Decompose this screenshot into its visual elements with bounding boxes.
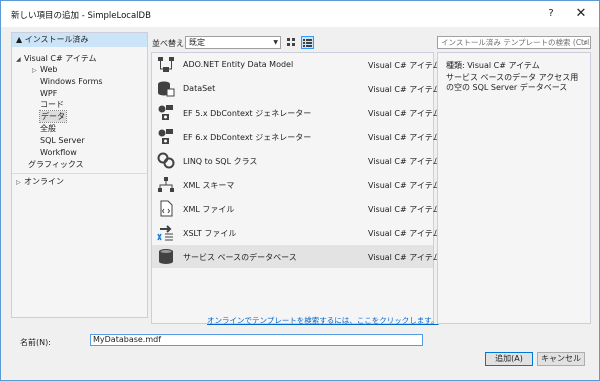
expand-icon[interactable]: ▷ bbox=[16, 177, 24, 188]
add-new-item-dialog: 新しい項目の追加 - SimpleLocalDB ? ✕ ▲ インストール済み … bbox=[0, 0, 600, 381]
search-placeholder: インストール済み テンプレートの検索 (Ctrl+E bbox=[441, 38, 591, 47]
online-section: ▷ オンライン bbox=[12, 173, 147, 187]
expand-icon[interactable]: ▷ bbox=[32, 65, 40, 76]
template-name: サービス ベースのデータベース bbox=[183, 253, 297, 262]
template-name: EF 6.x DbContext ジェネレーター bbox=[183, 133, 312, 142]
close-button[interactable]: ✕ bbox=[571, 5, 591, 23]
tree-item-windows-forms[interactable]: Windows Forms bbox=[40, 76, 103, 87]
sort-value: 既定 bbox=[189, 38, 205, 47]
template-item[interactable]: XML ファイル Visual C# アイテム bbox=[152, 197, 440, 220]
template-item[interactable]: XML スキーマ Visual C# アイテム bbox=[152, 173, 440, 196]
tree-item-visual-csharp[interactable]: ◢ Visual C# アイテム bbox=[16, 53, 96, 64]
tree-item-online[interactable]: ▷ オンライン bbox=[16, 176, 64, 187]
help-button[interactable]: ? bbox=[541, 5, 561, 23]
list-view-button[interactable] bbox=[301, 36, 314, 49]
search-input[interactable]: インストール済み テンプレートの検索 (Ctrl+E ⌕ bbox=[437, 36, 591, 49]
list-view-icon bbox=[303, 39, 312, 47]
tree-item-code[interactable]: コード bbox=[40, 99, 64, 110]
tree-item-wpf[interactable]: WPF bbox=[40, 88, 57, 99]
template-type: Visual C# アイテム bbox=[368, 181, 441, 190]
description-text: サービス ベースのデータ アクセス用の空の SQL Server データベース bbox=[446, 73, 579, 92]
template-type: Visual C# アイテム bbox=[368, 109, 441, 118]
search-icon: ⌕ bbox=[583, 38, 588, 47]
name-label: 名前(N): bbox=[20, 338, 51, 347]
tree-item-web[interactable]: ▷ Web bbox=[32, 64, 57, 75]
tree-item-workflow[interactable]: Workflow bbox=[40, 147, 77, 158]
template-name: LINQ to SQL クラス bbox=[183, 157, 258, 166]
template-item[interactable]: DataSet Visual C# アイテム bbox=[152, 77, 440, 100]
template-item[interactable]: EF 5.x DbContext ジェネレーター Visual C# アイテム bbox=[152, 101, 440, 124]
description-type: 種類: Visual C# アイテム bbox=[446, 61, 540, 70]
entity-model-icon bbox=[158, 57, 174, 72]
xml-schema-icon bbox=[158, 177, 174, 192]
dataset-icon bbox=[158, 81, 175, 97]
description-pane: 種類: Visual C# アイテム サービス ベースのデータ アクセス用の空の… bbox=[437, 52, 591, 324]
chevron-down-icon: ▼ bbox=[273, 39, 278, 46]
ef-generator-icon bbox=[158, 105, 173, 120]
cancel-button[interactable]: キャンセル bbox=[537, 352, 585, 366]
grid-view-button[interactable] bbox=[285, 36, 298, 49]
grid-view-icon bbox=[287, 38, 295, 46]
installed-header[interactable]: ▲ インストール済み bbox=[12, 33, 147, 47]
template-type: Visual C# アイテム bbox=[368, 205, 441, 214]
template-item[interactable]: サービス ベースのデータベース Visual C# アイテム bbox=[152, 245, 440, 268]
template-name: DataSet bbox=[183, 84, 216, 93]
online-search-link[interactable]: オンラインでテンプレートを検索するには、ここをクリックします。 bbox=[207, 315, 439, 326]
template-type: Visual C# アイテム bbox=[368, 61, 441, 70]
template-name: EF 5.x DbContext ジェネレーター bbox=[183, 109, 312, 118]
xslt-icon bbox=[157, 225, 173, 241]
template-item[interactable]: ADO.NET Entity Data Model Visual C# アイテム bbox=[152, 53, 440, 76]
template-type: Visual C# アイテム bbox=[368, 85, 441, 94]
linq-icon bbox=[157, 152, 175, 169]
expand-icon[interactable]: ◢ bbox=[16, 54, 24, 65]
tree-item-general[interactable]: 全般 bbox=[40, 123, 56, 134]
name-input[interactable]: MyDatabase.mdf bbox=[90, 334, 423, 346]
template-item[interactable]: LINQ to SQL クラス Visual C# アイテム bbox=[152, 149, 440, 172]
template-name: XML ファイル bbox=[183, 205, 235, 214]
template-list: ADO.NET Entity Data Model Visual C# アイテム… bbox=[151, 52, 440, 325]
template-type: Visual C# アイテム bbox=[368, 253, 441, 262]
ef-generator-icon bbox=[158, 129, 173, 144]
template-type: Visual C# アイテム bbox=[368, 133, 441, 142]
xml-file-icon bbox=[160, 200, 173, 217]
tree-item-sql-server[interactable]: SQL Server bbox=[40, 135, 85, 146]
template-type: Visual C# アイテム bbox=[368, 157, 441, 166]
template-item[interactable]: EF 6.x DbContext ジェネレーター Visual C# アイテム bbox=[152, 125, 440, 148]
tree-item-data[interactable]: データ bbox=[39, 110, 67, 123]
template-name: XML スキーマ bbox=[183, 181, 235, 190]
sort-label: 並べ替え: bbox=[152, 39, 187, 48]
title-bar: 新しい項目の追加 - SimpleLocalDB ? ✕ bbox=[1, 1, 599, 27]
tree-item-graphics[interactable]: グラフィックス bbox=[28, 159, 84, 170]
template-type: Visual C# アイテム bbox=[368, 229, 441, 238]
window-title: 新しい項目の追加 - SimpleLocalDB bbox=[11, 11, 151, 21]
template-name: ADO.NET Entity Data Model bbox=[183, 60, 294, 69]
template-item[interactable]: XSLT ファイル Visual C# アイテム bbox=[152, 221, 440, 244]
sort-dropdown[interactable]: 既定 ▼ bbox=[185, 36, 281, 49]
database-icon bbox=[159, 249, 173, 264]
template-name: XSLT ファイル bbox=[183, 229, 237, 238]
add-button[interactable]: 追加(A) bbox=[485, 352, 533, 366]
category-pane: ▲ インストール済み ◢ Visual C# アイテム ▷ Web Windows … bbox=[11, 32, 148, 318]
